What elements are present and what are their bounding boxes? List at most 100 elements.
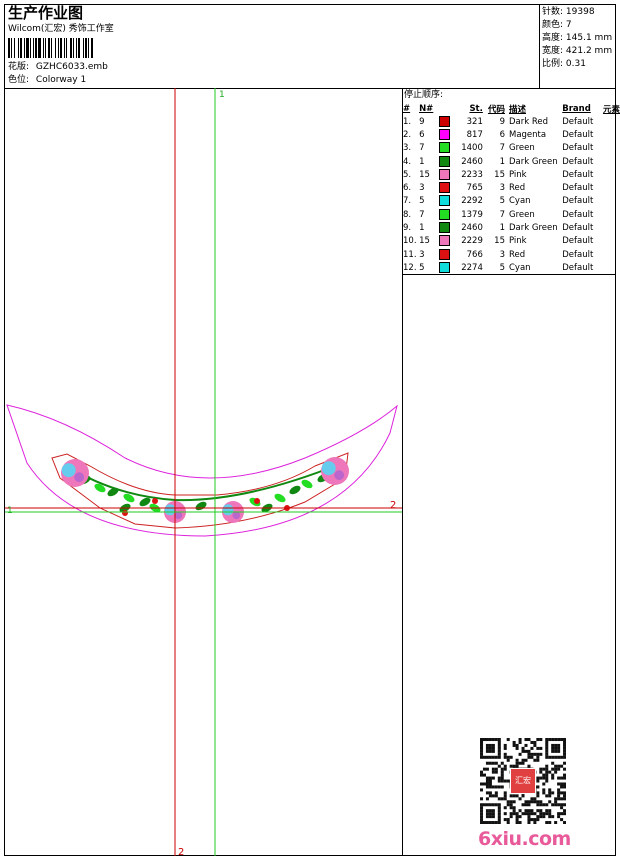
row-swatch (438, 128, 454, 141)
row-brand: Default (562, 156, 594, 167)
row-code: 3 (499, 249, 505, 260)
row-description: Dark Green (508, 156, 558, 167)
row-brand: Default (562, 262, 594, 273)
row-stitches: 2233 (461, 169, 483, 180)
row-brand: Default (562, 209, 594, 220)
row-swatch (438, 168, 454, 181)
stat-colors: 颜色: 7 (542, 20, 572, 30)
row-stitches: 2274 (461, 262, 483, 273)
row-needle: 3 (419, 249, 425, 260)
row-index: 5. (403, 169, 412, 180)
row-code: 1 (499, 156, 505, 167)
color-swatch (438, 168, 450, 180)
col-header-index: # (403, 103, 411, 114)
row-brand: Default (562, 249, 594, 260)
table-row: 12. 5 2274 5 Cyan Default (403, 261, 620, 274)
table-row: 4. 1 2460 1 Dark Green Default (403, 155, 620, 168)
row-swatch (438, 155, 454, 168)
row-brand: Default (562, 129, 594, 140)
color-swatch (438, 222, 450, 234)
color-swatch (438, 128, 450, 140)
table-row: 5. 15 2233 15 Pink Default (403, 168, 620, 181)
table-row: 1. 9 321 9 Dark Red Default (403, 115, 620, 128)
row-swatch (438, 181, 454, 194)
col-header-code: 代码 (487, 104, 505, 115)
row-stitches: 766 (466, 249, 483, 260)
leaf-motif (274, 493, 286, 503)
row-stitches: 765 (466, 183, 483, 194)
row-index: 10. (403, 236, 417, 247)
rose-center (334, 470, 345, 481)
row-code: 15 (494, 236, 505, 247)
guide-label-bottom: 2 (178, 847, 184, 856)
row-code: 5 (499, 196, 505, 207)
rose-highlight (222, 504, 234, 516)
row-swatch (438, 248, 454, 261)
row-index: 1. (403, 116, 412, 127)
row-stitches: 2229 (461, 236, 483, 247)
row-needle: 9 (419, 116, 425, 127)
table-row: 7. 5 2292 5 Cyan Default (403, 195, 620, 208)
rose-center (232, 511, 241, 520)
row-needle: 15 (419, 236, 430, 247)
table-row: 8. 7 1379 7 Green Default (403, 208, 620, 221)
seal-stamp: 汇宏 (510, 768, 536, 794)
row-description: Dark Red (508, 116, 549, 127)
row-swatch (438, 195, 454, 208)
stat-width: 宽度: 421.2 mm (542, 46, 613, 56)
rose-highlight (164, 504, 176, 516)
row-index: 12. (403, 262, 417, 273)
row-description: Cyan (508, 262, 531, 273)
row-brand: Default (562, 223, 594, 234)
design-preview: 1 2 1 2 (5, 88, 402, 856)
row-code: 7 (499, 143, 505, 154)
row-index: 3. (403, 143, 412, 154)
row-index: 9. (403, 223, 412, 234)
row-description: Pink (508, 169, 527, 180)
row-brand: Default (562, 143, 594, 154)
table-row: 10. 15 2229 15 Pink Default (403, 235, 620, 248)
row-needle: 7 (419, 143, 425, 154)
row-needle: 6 (419, 129, 425, 140)
col-header-stitches: St. (469, 103, 483, 114)
row-swatch (438, 221, 454, 234)
row-swatch (438, 261, 454, 274)
seal-text: 汇宏 (515, 776, 531, 785)
table-row: 2. 6 817 6 Magenta Default (403, 128, 620, 141)
stat-height: 高度: 145.1 mm (542, 33, 613, 43)
col-header-swatch (439, 102, 454, 115)
watermark-text: 6xiu.com (478, 828, 571, 850)
table-row: 11. 3 766 3 Red Default (403, 248, 620, 261)
design-file-row: 花版: GZHC6033.emb (8, 61, 108, 73)
row-brand: Default (562, 116, 594, 127)
color-swatch (438, 208, 450, 220)
row-index: 8. (403, 209, 412, 220)
stats-divider (539, 4, 540, 88)
col-header-brand: Brand (562, 103, 591, 114)
row-brand: Default (562, 183, 594, 194)
guide-label-right: 2 (390, 500, 396, 511)
row-brand: Default (562, 169, 594, 180)
color-swatch (438, 182, 450, 194)
row-code: 6 (499, 129, 505, 140)
stat-stitches: 针数: 19398 (542, 7, 595, 17)
row-stitches: 321 (466, 116, 483, 127)
stop-sequence-table: # N# St. 代码 描述 Brand 元素 1. 9 321 9 Dark Red D… (403, 102, 620, 275)
guide-label-top: 1 (219, 90, 225, 100)
row-index: 6. (403, 183, 412, 194)
row-code: 7 (499, 209, 505, 220)
col-header-needle: N# (419, 103, 434, 114)
barcode-image (8, 38, 93, 58)
row-stitches: 2460 (461, 156, 483, 167)
row-brand: Default (562, 196, 594, 207)
color-swatch (438, 115, 450, 127)
color-swatch (438, 261, 450, 273)
table-row: 6. 3 765 3 Red Default (403, 181, 620, 194)
rose-highlight (321, 461, 336, 476)
row-stitches: 1379 (461, 209, 483, 220)
col-header-element: 元素 (602, 104, 620, 115)
row-code: 15 (494, 169, 505, 180)
guide-label-left: 1 (7, 506, 13, 516)
row-swatch (438, 142, 454, 155)
design-file-label: 花版: (8, 62, 30, 72)
